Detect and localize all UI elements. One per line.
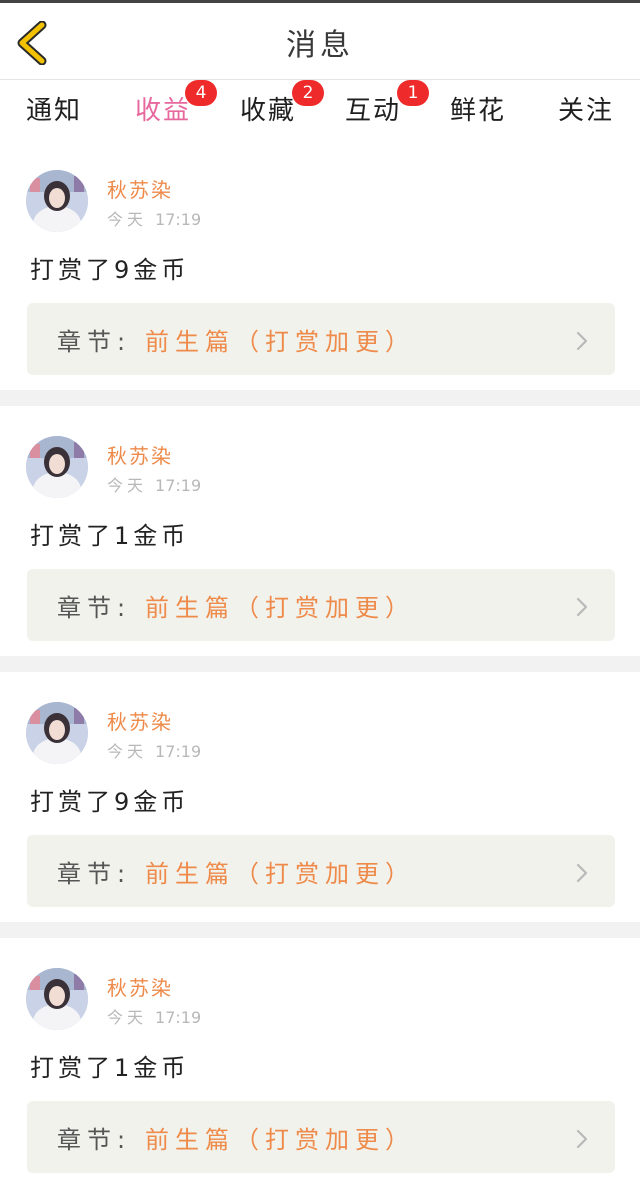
message-time: 17:19 <box>155 1008 202 1027</box>
chevron-right-icon <box>576 863 588 883</box>
tab-favorites[interactable]: 收藏 2 <box>240 80 324 134</box>
sender-name[interactable]: 秋苏染 <box>107 174 173 203</box>
sender-name[interactable]: 秋苏染 <box>107 440 173 469</box>
chevron-right-icon <box>576 597 588 617</box>
chapter-title: 前生篇（打赏加更） <box>145 1126 415 1154</box>
chapter-title: 前生篇（打赏加更） <box>145 860 415 888</box>
message-timestamp: 今天 17:19 <box>107 738 201 762</box>
tab-earnings[interactable]: 收益 4 <box>135 80 217 145</box>
message-card: 秋苏染 今天 17:19 打赏了1金币 章节: 前生篇（打赏加更） <box>0 406 640 656</box>
message-list: 秋苏染 今天 17:19 打赏了9金币 章节: 前生篇（打赏加更） 秋苏染 今天… <box>0 140 640 1188</box>
tab-notifications[interactable]: 通知 <box>26 90 82 134</box>
avatar-image <box>26 170 88 232</box>
tab-label: 通知 <box>26 96 83 126</box>
tab-label: 互动 <box>345 96 402 126</box>
chapter-link[interactable]: 章节: 前生篇（打赏加更） <box>27 303 615 375</box>
sender-name[interactable]: 秋苏染 <box>107 706 173 735</box>
avatar[interactable] <box>26 968 88 1030</box>
message-text: 打赏了1金币 <box>30 522 190 550</box>
chapter-label: 章节: <box>57 594 132 622</box>
tab-label: 关注 <box>558 96 615 126</box>
avatar-image <box>26 436 88 498</box>
chevron-right-icon <box>576 1129 588 1149</box>
message-time: 17:19 <box>155 476 202 495</box>
message-day: 今天 <box>107 1008 148 1027</box>
card-divider <box>0 922 640 938</box>
message-day: 今天 <box>107 476 148 495</box>
message-timestamp: 今天 17:19 <box>107 472 201 496</box>
message-card: 秋苏染 今天 17:19 打赏了1金币 章节: 前生篇（打赏加更） <box>0 938 640 1188</box>
tab-label: 鲜花 <box>450 96 507 126</box>
message-card: 秋苏染 今天 17:19 打赏了9金币 章节: 前生篇（打赏加更） <box>0 672 640 922</box>
chapter-title: 前生篇（打赏加更） <box>145 594 415 622</box>
message-text: 打赏了9金币 <box>30 788 190 816</box>
chapter-label: 章节: <box>57 860 132 888</box>
avatar[interactable] <box>26 170 88 232</box>
unread-badge: 2 <box>292 80 324 106</box>
message-day: 今天 <box>107 210 148 229</box>
avatar-image <box>26 968 88 1030</box>
avatar-image <box>26 702 88 764</box>
sender-name[interactable]: 秋苏染 <box>107 972 173 1001</box>
chapter-label: 章节: <box>57 328 132 356</box>
unread-badge: 4 <box>185 80 217 106</box>
message-timestamp: 今天 17:19 <box>107 206 201 230</box>
tab-label: 收藏 <box>240 96 297 126</box>
app-header: 消息 <box>0 3 640 80</box>
message-timestamp: 今天 17:19 <box>107 1004 201 1028</box>
avatar[interactable] <box>26 702 88 764</box>
chapter-label: 章节: <box>57 1126 132 1154</box>
page-title: 消息 <box>286 28 354 63</box>
chapter-link[interactable]: 章节: 前生篇（打赏加更） <box>27 1101 615 1173</box>
chapter-link[interactable]: 章节: 前生篇（打赏加更） <box>27 569 615 641</box>
card-divider <box>0 656 640 672</box>
message-time: 17:19 <box>155 210 202 229</box>
message-card: 秋苏染 今天 17:19 打赏了9金币 章节: 前生篇（打赏加更） <box>0 140 640 390</box>
tab-label: 收益 <box>135 96 192 126</box>
chevron-right-icon <box>576 331 588 351</box>
tab-flowers[interactable]: 鲜花 <box>450 90 506 134</box>
tab-interactions[interactable]: 互动 1 <box>345 80 429 134</box>
message-text: 打赏了1金币 <box>30 1054 190 1082</box>
message-time: 17:19 <box>155 742 202 761</box>
avatar[interactable] <box>26 436 88 498</box>
message-text: 打赏了9金币 <box>30 256 190 284</box>
message-day: 今天 <box>107 742 148 761</box>
tab-bar: 通知 收益 4 收藏 2 互动 1 鲜花 关注 <box>0 80 640 145</box>
unread-badge: 1 <box>397 80 429 106</box>
chapter-title: 前生篇（打赏加更） <box>145 328 415 356</box>
chapter-link[interactable]: 章节: 前生篇（打赏加更） <box>27 835 615 907</box>
tab-follows[interactable]: 关注 <box>558 90 614 134</box>
card-divider <box>0 390 640 406</box>
